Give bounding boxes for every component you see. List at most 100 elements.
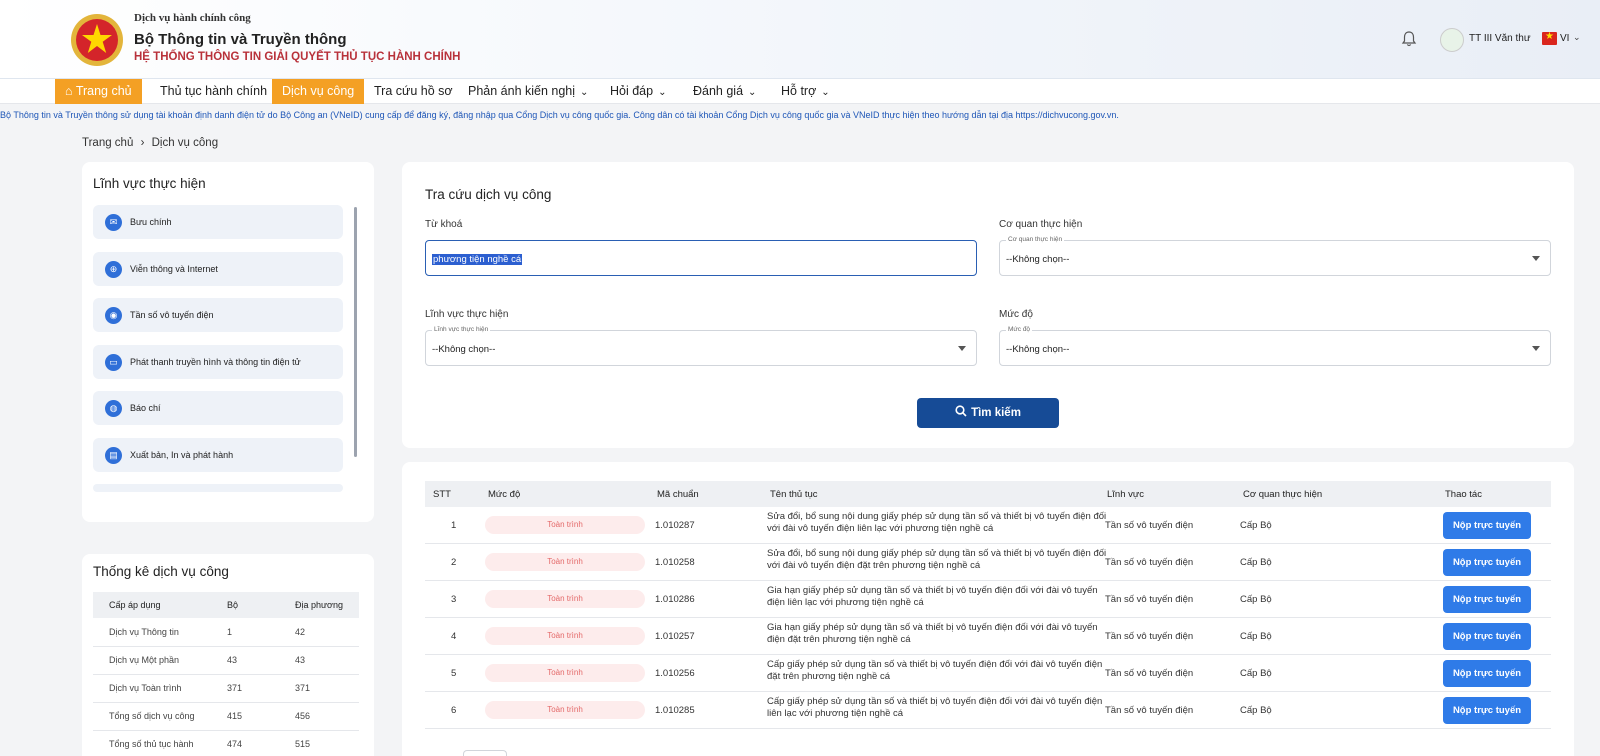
table-row: Dịch vụ Thông tin 1 42 [93,618,359,647]
field-item-label: Xuất bản, In và phát hành [130,450,234,460]
row-stt: 1 [451,520,457,531]
row-agency: Cấp Bộ [1240,557,1272,568]
stats-header-row: Cấp áp dụng Bộ Địa phương [93,592,359,618]
level-select[interactable]: Mức độ --Không chọn-- [999,326,1551,366]
row-procedure-name[interactable]: Cấp giấy phép sử dụng tần số và thiết bị… [767,659,1107,683]
breadcrumb-current: Dịch vụ công [151,137,219,149]
nav-rating[interactable]: Đánh giá ⌄ [683,79,766,104]
signal-icon: ◉ [105,307,122,324]
newspaper-icon: ◍ [105,400,122,417]
vietnam-flag-icon[interactable] [1542,31,1557,45]
field-item-label: Tần số vô tuyến điện [130,310,214,320]
agency-label: Cơ quan thực hiện [999,219,1083,230]
stats-cell: 43 [279,646,359,675]
row-stt: 3 [451,594,457,605]
agency-select[interactable]: Cơ quan thực hiện --Không chọn-- [999,236,1551,276]
nav-procedures[interactable]: Thủ tục hành chính [150,79,277,104]
chevron-down-icon: ⌄ [580,87,589,98]
system-title: HỆ THỐNG THÔNG TIN GIẢI QUYẾT THỦ TỤC HÀ… [134,51,461,63]
submit-online-button[interactable]: Nộp trực tuyến [1443,660,1531,687]
row-code: 1.010257 [655,631,695,642]
user-avatar[interactable] [1440,28,1464,52]
chevron-down-icon: ⌄ [658,87,667,98]
field-item-press[interactable]: ◍ Báo chí [93,391,343,425]
page-size-select[interactable] [463,750,507,756]
stats-panel: Thống kê dịch vụ công Cấp áp dụng Bộ Địa… [82,554,374,756]
submit-online-button[interactable]: Nộp trực tuyến [1443,586,1531,613]
submit-online-button[interactable]: Nộp trực tuyến [1443,512,1531,539]
stats-panel-title: Thống kê dịch vụ công [93,564,229,579]
submit-online-button[interactable]: Nộp trực tuyến [1443,549,1531,576]
table-row: Dịch vụ Toàn trình 371 371 [93,674,359,703]
row-agency: Cấp Bộ [1240,668,1272,679]
stats-col-local: Địa phương [279,592,359,618]
row-procedure-name[interactable]: Cấp giấy phép sử dụng tần số và thiết bị… [767,696,1107,720]
field-item-telecom[interactable]: ⊕ Viễn thông và Internet [93,252,343,286]
level-badge: Toàn trình [485,516,645,534]
breadcrumb-home[interactable]: Trang chủ [82,137,133,149]
field-item-publishing[interactable]: ▤ Xuất bản, In và phát hành [93,438,343,472]
nav-dossier-lookup-label: Tra cứu hồ sơ [374,84,453,98]
portal-subtitle: Dịch vụ hành chính công [134,12,251,24]
nav-faq[interactable]: Hỏi đáp ⌄ [600,79,676,104]
table-row: 5 Toàn trình 1.010256 Cấp giấy phép sử d… [425,655,1551,692]
dropdown-caret-icon [1532,256,1540,261]
stats-cell: Dịch vụ Toàn trình [93,674,211,703]
row-field: Tần số vô tuyến điện [1105,557,1194,568]
agency-select-legend: Cơ quan thực hiện [1006,236,1065,243]
row-agency: Cấp Bộ [1240,594,1272,605]
submit-online-button[interactable]: Nộp trực tuyến [1443,697,1531,724]
national-emblem-icon[interactable] [70,13,124,67]
row-stt: 5 [451,668,457,679]
fields-panel: Lĩnh vực thực hiện ✉ Bưu chính ⊕ Viễn th… [82,162,374,522]
nav-feedback-label: Phản ánh kiến nghị [468,84,576,98]
bell-icon[interactable] [1400,30,1418,48]
nav-dossier-lookup[interactable]: Tra cứu hồ sơ [364,79,463,104]
main-nav: ⌂ Trang chủ Thủ tục hành chính Dịch vụ c… [0,79,1600,104]
book-icon: ▤ [105,447,122,464]
nav-home-label: Trang chủ [75,84,132,98]
nav-public-services[interactable]: Dịch vụ công [272,79,365,104]
nav-support[interactable]: Hỗ trợ ⌄ [771,79,840,104]
chevron-down-icon[interactable]: ⌄ [1573,32,1581,43]
field-select-legend: Lĩnh vực thực hiện [432,326,491,333]
row-procedure-name[interactable]: Gia hạn giấy phép sử dụng tần số và thiế… [767,585,1107,609]
vneid-notice: Bộ Thông tin và Truyền thông sử dụng tài… [0,110,1119,120]
table-row: 1 Toàn trình 1.010287 Sửa đổi, bổ sung n… [425,507,1551,544]
fields-scrollbar[interactable] [354,207,357,457]
field-item-postal[interactable]: ✉ Bưu chính [93,205,343,239]
level-select-legend: Mức độ [1006,326,1033,333]
nav-home[interactable]: ⌂ Trang chủ [55,79,142,104]
col-code: Mã chuẩn [657,489,699,500]
table-row: Tổng số dịch vụ công 415 456 [93,702,359,731]
stats-cell: 474 [211,730,279,756]
ministry-title[interactable]: Bộ Thông tin và Truyền thông [134,31,346,48]
level-badge: Toàn trình [485,627,645,645]
field-item-more[interactable] [93,484,343,492]
user-name[interactable]: TT III Văn thư [1469,33,1531,44]
field-item-radio-frequency[interactable]: ◉ Tần số vô tuyến điện [93,298,343,332]
table-row: 3 Toàn trình 1.010286 Gia hạn giấy phép … [425,581,1551,618]
submit-online-button[interactable]: Nộp trực tuyến [1443,623,1531,650]
row-procedure-name[interactable]: Sửa đổi, bổ sung nội dung giấy phép sử d… [767,548,1107,572]
stats-table: Cấp áp dụng Bộ Địa phương Dịch vụ Thông … [93,592,359,756]
row-field: Tần số vô tuyến điện [1105,631,1194,642]
field-item-broadcasting[interactable]: ▭ Phát thanh truyền hình và thông tin đi… [93,345,343,379]
row-field: Tần số vô tuyến điện [1105,594,1194,605]
nav-feedback[interactable]: Phản ánh kiến nghị ⌄ [458,79,598,104]
language-selector[interactable]: VI [1560,33,1569,44]
field-select[interactable]: Lĩnh vực thực hiện --Không chọn-- [425,326,977,366]
field-select-value: --Không chọn-- [432,344,496,355]
stats-cell: Tổng số thủ tục hành [93,730,211,756]
level-badge: Toàn trình [485,590,645,608]
dropdown-caret-icon [958,346,966,351]
row-field: Tần số vô tuyến điện [1105,668,1194,679]
home-icon: ⌂ [65,84,76,98]
row-code: 1.010285 [655,705,695,716]
keyword-input[interactable]: phương tiện nghề cá [425,240,977,276]
row-procedure-name[interactable]: Gia hạn giấy phép sử dụng tần số và thiế… [767,622,1107,646]
search-button[interactable]: Tìm kiếm [917,398,1059,428]
col-action: Thao tác [1445,489,1482,500]
row-procedure-name[interactable]: Sửa đổi, bổ sung nội dung giấy phép sử d… [767,511,1107,535]
stats-cell: 42 [279,618,359,647]
